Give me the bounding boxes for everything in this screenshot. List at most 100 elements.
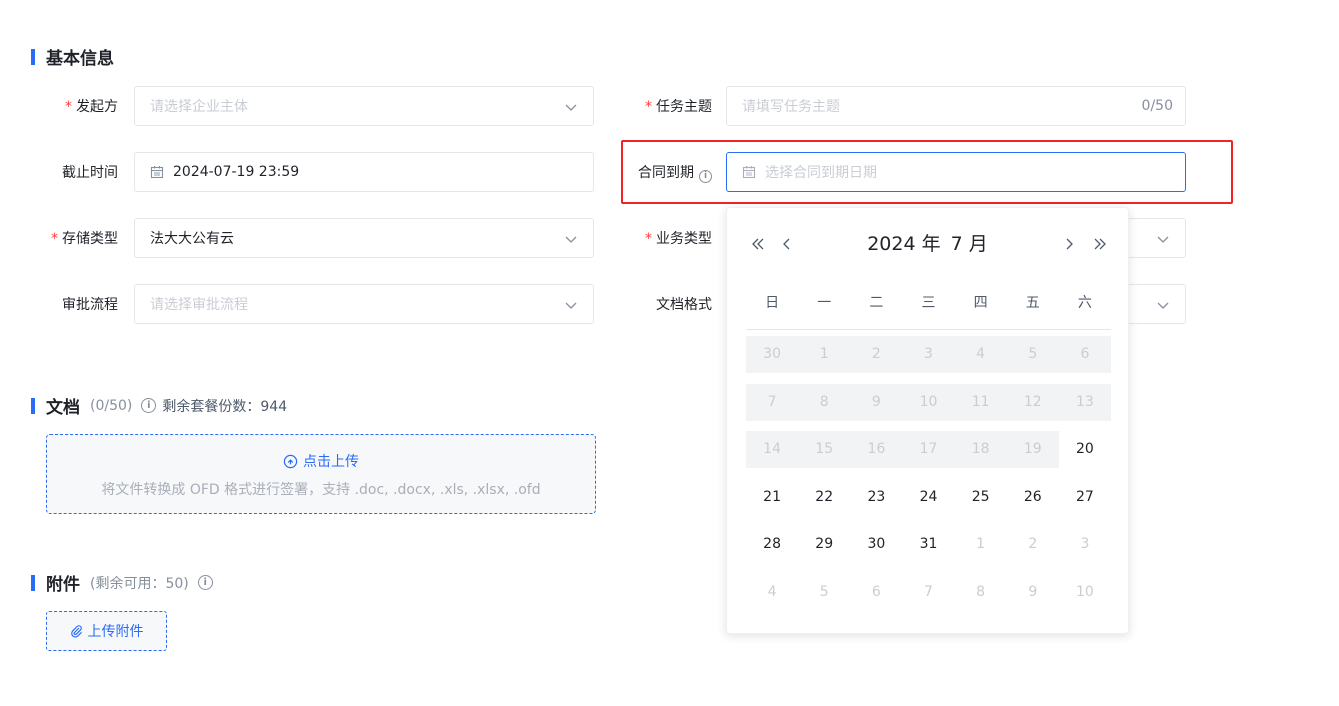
storage-value: 法大大公有云 (150, 231, 234, 247)
subject-label-text: 任务主题 (656, 99, 712, 115)
calendar-icon (150, 165, 164, 179)
calendar-month[interactable]: 7 月 (951, 233, 988, 255)
section-accent-bar (31, 48, 35, 65)
calendar-day-cell[interactable]: 8 (955, 574, 1007, 611)
calendar-week-row: 21 22 23 24 25 26 27 (746, 479, 1111, 516)
subject-label: * 任务主题 (602, 96, 712, 116)
storage-label: * 存储类型 (8, 228, 118, 248)
section-title: 基本信息 (46, 49, 114, 69)
calendar-day-cell: 5 (1006, 336, 1059, 373)
calendar-day-cell[interactable]: 21 (746, 479, 798, 516)
approval-placeholder: 请选择审批流程 (150, 297, 248, 313)
initiator-label-text: 发起方 (76, 99, 118, 115)
upload-dropzone[interactable]: 点击上传 将文件转换成 OFD 格式进行签署，支持 .doc, .docx, .… (46, 434, 596, 514)
upload-label: 点击上传 (303, 454, 359, 470)
chevron-down-icon (565, 302, 577, 309)
required-mark: * (51, 231, 58, 247)
upload-attachment-button[interactable]: 上传附件 (46, 611, 167, 651)
initiator-placeholder: 请选择企业主体 (150, 99, 248, 115)
prev-year-icon[interactable] (746, 228, 770, 260)
chevron-down-icon (565, 104, 577, 111)
subject-char-count: 0/50 (1141, 98, 1173, 114)
calendar-day-cell: 3 (902, 336, 955, 373)
subject-placeholder: 请填写任务主题 (742, 99, 840, 115)
weekday-label: 四 (973, 295, 988, 311)
section-basic-info: 基本信息 (31, 44, 114, 69)
storage-label-text: 存储类型 (62, 231, 118, 247)
calendar-day-cell: 30 (746, 336, 799, 373)
calendar-year[interactable]: 2024 年 (867, 233, 940, 255)
attach-remaining: (剩余可用：50) (90, 575, 189, 592)
chevron-down-icon (1157, 302, 1169, 309)
calendar-day-cell[interactable]: 2 (1007, 526, 1059, 563)
weekday-header: 日一二三四五六 (746, 288, 1111, 330)
section-accent-bar (31, 574, 35, 591)
calendar-day-cell[interactable]: 6 (850, 574, 902, 611)
upload-hint: 将文件转换成 OFD 格式进行签署，支持 .doc, .docx, .xls, … (101, 482, 541, 498)
weekday-label: 日 (765, 295, 780, 311)
calendar-day-cell[interactable]: 3 (1059, 526, 1111, 563)
calendar-day-cell: 11 (954, 383, 1007, 421)
calendar-day-cell[interactable]: 30 (850, 526, 902, 563)
weekday-label: 一 (817, 295, 832, 311)
calendar-day-cell[interactable]: 7 (902, 574, 954, 611)
prev-month-icon[interactable] (775, 228, 799, 260)
calendar-day-cell[interactable]: 31 (902, 526, 954, 563)
calendar-week-row: 14 15 16 17 18 19 20 (746, 431, 1111, 469)
upload-icon (283, 454, 298, 468)
next-year-icon[interactable] (1088, 228, 1112, 260)
calendar-header: 2024 年 7 月 (727, 228, 1128, 260)
section-title: 文档 (46, 398, 80, 418)
section-attachments: 附件 (剩余可用：50) i (31, 570, 213, 595)
calendar-day-cell[interactable]: 22 (798, 479, 850, 516)
calendar-day-cell[interactable]: 10 (1059, 574, 1111, 611)
calendar-day-cell: 17 (902, 431, 955, 469)
initiator-label: * 发起方 (8, 96, 118, 116)
calendar-day-cell[interactable]: 29 (798, 526, 850, 563)
biz-type-label-text: 业务类型 (656, 231, 712, 247)
initiator-select[interactable]: 请选择企业主体 (134, 86, 594, 126)
calendar-day-cell[interactable]: 20 (1059, 431, 1111, 468)
section-documents: 文档 (0/50) i 剩余套餐份数：944 (31, 393, 287, 418)
required-mark: * (645, 99, 652, 115)
calendar-day-cell[interactable]: 24 (902, 479, 954, 516)
info-icon[interactable]: i (197, 575, 213, 590)
calendar-day-cell[interactable]: 5 (798, 574, 850, 611)
calendar-day-cell[interactable]: 27 (1059, 479, 1111, 516)
calendar-day-cell[interactable]: 4 (746, 574, 798, 611)
calendar-day-cell[interactable]: 23 (850, 479, 902, 516)
chevron-down-icon (1157, 236, 1169, 243)
info-icon[interactable]: i (141, 398, 157, 413)
calendar-week-row: 28 29 30 31 1 2 3 (746, 526, 1111, 563)
doc-format-label-text: 文档格式 (656, 297, 712, 313)
required-mark: * (645, 231, 652, 247)
deadline-picker[interactable]: 2024-07-19 23:59 (134, 152, 594, 192)
storage-select[interactable]: 法大大公有云 (134, 218, 594, 258)
calendar-day-cell: 8 (798, 383, 851, 421)
weekday-label: 二 (869, 295, 884, 311)
calendar-day-cell: 16 (850, 431, 903, 469)
calendar-day-cell[interactable]: 26 (1007, 479, 1059, 516)
approval-select[interactable]: 请选择审批流程 (134, 284, 594, 324)
calendar-day-cell: 18 (954, 431, 1007, 469)
subject-input[interactable]: 请填写任务主题 0/50 (726, 86, 1186, 126)
calendar-day-cell[interactable]: 28 (746, 526, 798, 563)
weekday-label: 三 (921, 295, 936, 311)
date-picker-popup: 2024 年 7 月 日一二三四五六 30 1 2 3 4 5 6 7 8 9 10 11 12 13 14… (726, 207, 1129, 634)
chevron-down-icon (565, 236, 577, 243)
deadline-label-text: 截止时间 (62, 165, 118, 181)
upload-link[interactable]: 点击上传 (47, 451, 595, 471)
calendar-day-cell: 7 (746, 383, 799, 421)
calendar-grid: 30 1 2 3 4 5 6 7 8 9 10 11 12 13 14 15 16 17 18 19 20 21 22 23 2… (746, 336, 1111, 622)
calendar-day-cell: 19 (1006, 431, 1059, 469)
calendar-day-cell: 15 (798, 431, 851, 469)
calendar-day-cell: 6 (1058, 336, 1111, 373)
deadline-label: 截止时间 (8, 162, 118, 182)
calendar-day-cell: 2 (850, 336, 903, 373)
calendar-day-cell[interactable]: 1 (955, 526, 1007, 563)
calendar-day-cell[interactable]: 25 (955, 479, 1007, 516)
calendar-day-cell: 13 (1058, 383, 1111, 421)
calendar-day-cell[interactable]: 9 (1007, 574, 1059, 611)
remaining-quota: 剩余套餐份数：944 (162, 398, 288, 415)
next-month-icon[interactable] (1057, 228, 1081, 260)
